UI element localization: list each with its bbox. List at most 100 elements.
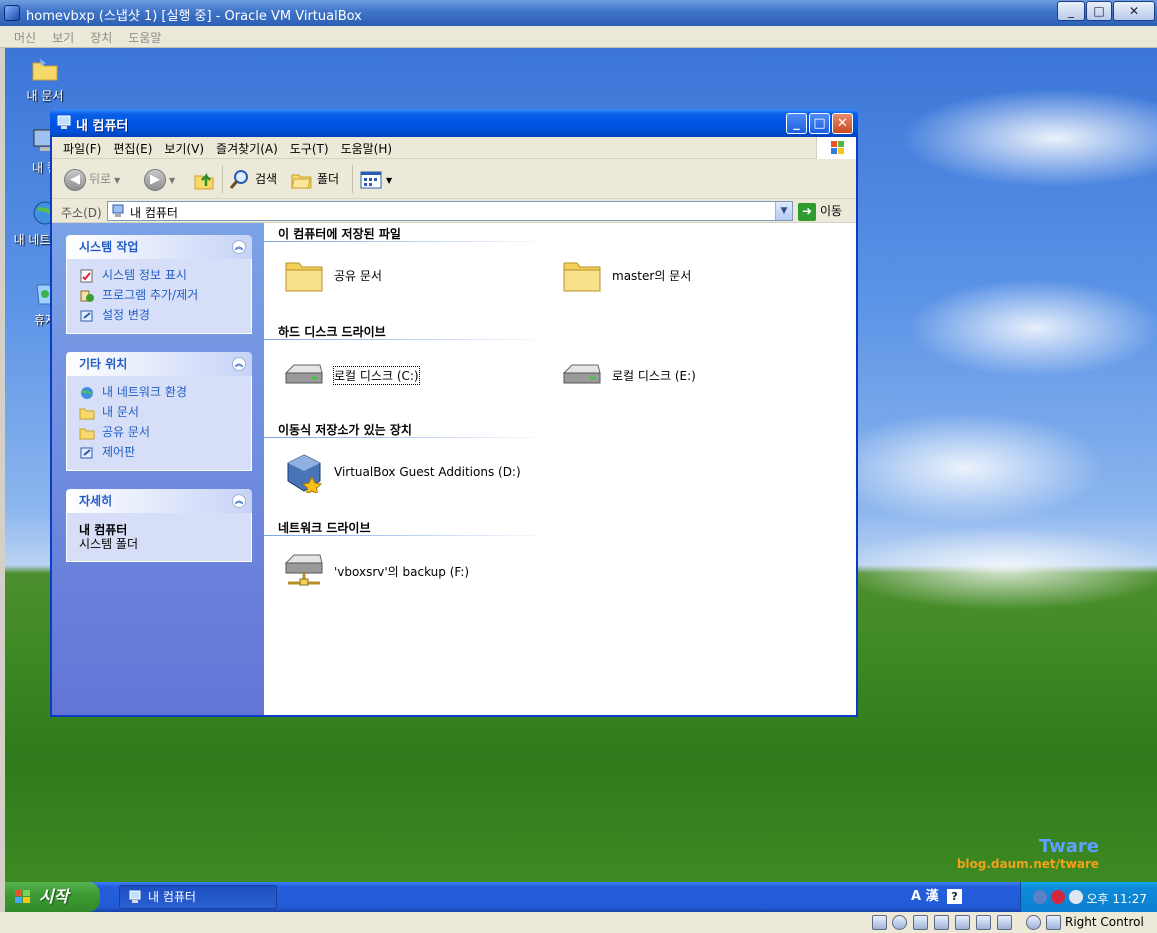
maximize-button[interactable]: □ xyxy=(809,113,830,134)
item-label: 'vboxsrv'의 backup (F:) xyxy=(334,565,470,579)
tray-icon-network[interactable] xyxy=(1033,890,1047,904)
views-button[interactable]: ▼ xyxy=(359,167,392,191)
details-header[interactable]: 자세히 ︽ xyxy=(66,489,252,513)
vbox-menu-help[interactable]: 도움말 xyxy=(120,26,169,46)
my-computer-icon xyxy=(129,890,141,903)
place-label: 제어판 xyxy=(102,445,136,459)
go-label: 이동 xyxy=(820,204,843,218)
task-label: 설정 변경 xyxy=(102,308,150,322)
tray-icon-update[interactable] xyxy=(1069,890,1083,904)
host-maximize-button[interactable]: □ xyxy=(1086,1,1112,21)
task-change-settings[interactable]: 설정 변경 xyxy=(79,305,251,325)
content-pane: 이 컴퓨터에 저장된 파일 공유 문서 master의 문서 하드 디스크 드라… xyxy=(264,223,856,715)
chevron-down-icon: ▼ xyxy=(386,176,393,185)
group-divider xyxy=(264,535,554,536)
vbox-status-bar: Right Control xyxy=(0,912,1157,933)
other-places-header[interactable]: 기타 위치 ︽ xyxy=(66,352,252,376)
host-minimize-button[interactable]: _ xyxy=(1057,1,1085,21)
folders-button[interactable]: 폴더 xyxy=(290,167,339,191)
place-label: 내 네트워크 환경 xyxy=(102,385,187,399)
group-header-removable: 이동식 저장소가 있는 장치 xyxy=(278,423,412,437)
folders-icon xyxy=(291,174,312,188)
task-view-system-info[interactable]: 시스템 정보 표시 xyxy=(79,265,251,285)
tray-icon-security[interactable] xyxy=(1051,890,1065,904)
recording-status-icon[interactable] xyxy=(997,915,1012,930)
back-button[interactable]: ◀ 뒤로 ▼ xyxy=(64,167,120,191)
close-button[interactable]: ✕ xyxy=(832,113,853,134)
address-value: 내 컴퓨터 xyxy=(130,206,178,220)
menu-tools[interactable]: 도구(T) xyxy=(284,137,335,157)
group-divider xyxy=(264,241,554,242)
panel-body: 내 네트워크 환경 내 문서 공유 문서 제어판 xyxy=(66,376,252,471)
toolbar-separator xyxy=(222,165,223,193)
panel-body: 시스템 정보 표시 프로그램 추가/제거 설정 변경 xyxy=(66,259,252,334)
explorer-title-bar[interactable]: 내 컴퓨터 _ □ ✕ xyxy=(50,109,858,137)
windows-flag-icon xyxy=(15,890,30,903)
back-label: 뒤로 xyxy=(89,172,112,186)
language-bar[interactable]: A 漢 ? xyxy=(911,887,963,907)
network-drive-icon xyxy=(284,554,323,586)
go-button[interactable]: ➜ 이동 xyxy=(798,201,842,221)
vbox-menu-machine[interactable]: 머신 xyxy=(0,26,44,46)
views-icon xyxy=(360,171,382,188)
back-arrow-icon: ◀ xyxy=(64,168,86,191)
start-button[interactable]: 시작 xyxy=(5,882,100,912)
menu-help[interactable]: 도움말(H) xyxy=(335,137,399,157)
place-control-panel[interactable]: 제어판 xyxy=(79,442,251,462)
language-indicator: A 漢 xyxy=(911,889,939,904)
help-icon[interactable]: ? xyxy=(947,889,963,904)
place-my-documents[interactable]: 내 문서 xyxy=(79,402,251,422)
my-computer-icon xyxy=(112,204,124,217)
desktop-icon-my-documents[interactable]: 내 문서 xyxy=(7,54,83,104)
desktop-icon-label: 내 문서 xyxy=(26,89,64,103)
system-tasks-header[interactable]: 시스템 작업 ︽ xyxy=(66,235,252,259)
chevron-down-icon: ▼ xyxy=(114,176,121,185)
go-arrow-icon: ➜ xyxy=(798,202,816,221)
other-places-panel: 기타 위치 ︽ 내 네트워크 환경 내 문서 공유 문서 제어판 xyxy=(66,352,252,471)
hard-disk-status-icon[interactable] xyxy=(872,915,887,930)
forward-button[interactable]: ▶ ▼ xyxy=(144,167,175,191)
display-status-icon[interactable] xyxy=(976,915,991,930)
address-bar: 주소(D) 내 컴퓨터 ▼ ➜ 이동 xyxy=(52,199,856,223)
vbox-menu-devices[interactable]: 장치 xyxy=(82,26,120,46)
minimize-button[interactable]: _ xyxy=(786,113,807,134)
up-folder-icon xyxy=(194,172,214,189)
address-input[interactable]: 내 컴퓨터 ▼ xyxy=(107,201,793,221)
optical-drive-status-icon[interactable] xyxy=(892,915,907,930)
menu-favorites[interactable]: 즐겨찾기(A) xyxy=(210,137,284,157)
place-shared-documents[interactable]: 공유 문서 xyxy=(79,422,251,442)
usb-status-icon[interactable] xyxy=(913,915,928,930)
mouse-integration-icon[interactable] xyxy=(1026,915,1041,930)
task-label: 시스템 정보 표시 xyxy=(102,268,187,282)
shared-folders-status-icon[interactable] xyxy=(955,915,970,930)
host-key-icon[interactable] xyxy=(1046,915,1061,930)
taskbar-item-my-computer[interactable]: 내 컴퓨터 xyxy=(119,885,277,909)
task-label: 프로그램 추가/제거 xyxy=(102,288,199,302)
search-button[interactable]: 검색 xyxy=(228,167,277,191)
explorer-menu-bar: 파일(F) 편집(E) 보기(V) 즐겨찾기(A) 도구(T) 도움말(H) xyxy=(52,137,856,159)
explorer-toolbar: ◀ 뒤로 ▼ ▶ ▼ 검색 폴더 ▼ xyxy=(52,159,856,199)
menu-view[interactable]: 보기(V) xyxy=(158,137,210,157)
panel-title: 자세히 xyxy=(79,494,113,508)
group-header-network-drives: 네트워크 드라이브 xyxy=(278,521,371,535)
item-label: 공유 문서 xyxy=(334,269,382,283)
item-label: 로컬 디스크 (E:) xyxy=(612,369,696,383)
vbox-menu-bar: 머신 보기 장치 도움말 xyxy=(0,26,1157,48)
host-close-button[interactable]: ✕ xyxy=(1113,1,1155,21)
place-label: 공유 문서 xyxy=(102,425,150,439)
vbox-menu-view[interactable]: 보기 xyxy=(44,26,82,46)
collapse-icon[interactable]: ︽ xyxy=(232,240,246,254)
collapse-icon[interactable]: ︽ xyxy=(232,494,246,508)
item-label: master의 문서 xyxy=(612,269,692,283)
collapse-icon[interactable]: ︽ xyxy=(232,357,246,371)
network-status-icon[interactable] xyxy=(934,915,949,930)
menu-edit[interactable]: 편집(E) xyxy=(107,137,158,157)
panel-body: 내 컴퓨터 시스템 폴더 xyxy=(66,513,252,562)
up-folder-button[interactable] xyxy=(192,167,216,191)
menu-file[interactable]: 파일(F) xyxy=(52,137,107,157)
chevron-down-icon[interactable]: ▼ xyxy=(775,202,792,220)
explorer-window-title: 내 컴퓨터 xyxy=(76,119,129,134)
search-icon xyxy=(229,169,248,189)
task-add-remove-programs[interactable]: 프로그램 추가/제거 xyxy=(79,285,251,305)
place-network[interactable]: 내 네트워크 환경 xyxy=(79,382,251,402)
